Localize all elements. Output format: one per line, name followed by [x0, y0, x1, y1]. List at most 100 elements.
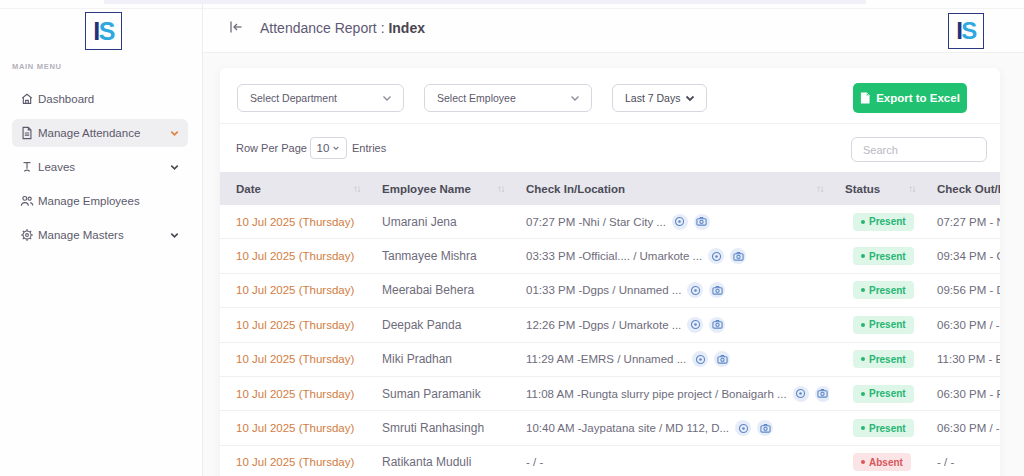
export-to-excel-button[interactable]: Export to Excel	[853, 83, 967, 113]
cell-check-in: 11:29 AM -EMRS / Unnamed ...	[510, 351, 829, 367]
camera-icon[interactable]	[709, 317, 725, 333]
cell-check-in: 01:33 PM -Dgps / Unnamed ...	[510, 282, 829, 298]
status-dot-icon	[861, 460, 865, 464]
sidebar-menu: Dashboard Manage Attendance Leaves Manage E…	[0, 85, 203, 255]
location-icon[interactable]	[708, 248, 724, 264]
status-dot-icon	[861, 426, 865, 430]
cell-status: Present	[829, 385, 921, 403]
sidebar-item-manage-employees[interactable]: Manage Employees	[12, 187, 188, 215]
status-badge: Absent	[853, 453, 911, 471]
table-row: 10 Jul 2025 (Thursday)Suman Paramanik11:…	[220, 377, 1000, 411]
camera-icon[interactable]	[730, 248, 746, 264]
page-title-current: Index	[388, 20, 425, 36]
table-row: 10 Jul 2025 (Thursday)Umarani Jena07:27 …	[220, 205, 1000, 239]
table-row: 10 Jul 2025 (Thursday)Smruti Ranhasingh1…	[220, 411, 1000, 445]
report-card: Select Department Select Employee Last 7…	[220, 68, 1000, 476]
camera-icon[interactable]	[714, 351, 730, 367]
cell-check-in: - / -	[510, 456, 829, 468]
sort-icon[interactable]: ↑↓	[353, 183, 360, 194]
column-header-status[interactable]: Status↑↓	[829, 183, 921, 195]
sidebar-item-manage-masters[interactable]: Manage Masters	[12, 221, 188, 249]
cell-date: 10 Jul 2025 (Thursday)	[220, 216, 366, 228]
cell-employee-name: Deepak Panda	[366, 318, 510, 332]
cell-date: 10 Jul 2025 (Thursday)	[220, 284, 366, 296]
status-dot-icon	[861, 392, 865, 396]
camera-icon[interactable]	[694, 214, 710, 230]
location-icon[interactable]	[687, 317, 703, 333]
chevron-down-icon	[332, 144, 340, 152]
gear-icon	[20, 228, 34, 242]
status-badge: Present	[853, 281, 914, 299]
column-header-check-in-location[interactable]: Check In/Location↑↓	[510, 183, 829, 195]
employee-select-value: Select Employee	[437, 92, 516, 104]
sidebar-collapse-icon[interactable]	[228, 19, 244, 39]
row-per-page-select[interactable]: 10	[310, 137, 347, 159]
location-icon[interactable]	[672, 214, 688, 230]
users-icon	[20, 194, 34, 208]
status-dot-icon	[861, 323, 865, 327]
chevron-down-icon	[169, 230, 180, 241]
top-accent-strip	[104, 0, 866, 4]
table-row: 10 Jul 2025 (Thursday)Deepak Panda12:26 …	[220, 308, 1000, 342]
date-range-select[interactable]: Last 7 Days	[612, 84, 707, 112]
cell-status: Present	[829, 316, 921, 334]
camera-icon[interactable]	[757, 420, 773, 436]
camera-icon[interactable]	[709, 282, 725, 298]
home-icon	[20, 92, 34, 106]
sidebar-item-label: Manage Masters	[38, 229, 124, 241]
search-input[interactable]	[851, 137, 987, 162]
cell-status: Present	[829, 350, 921, 368]
sidebar-item-label: Dashboard	[38, 93, 94, 105]
status-dot-icon	[861, 254, 865, 258]
sidebar-item-label: Manage Attendance	[38, 127, 140, 139]
sidebar-item-dashboard[interactable]: Dashboard	[12, 85, 188, 113]
employee-select[interactable]: Select Employee	[424, 84, 592, 112]
cell-status: Present	[829, 419, 921, 437]
location-icon[interactable]	[735, 420, 751, 436]
sidebar-logo[interactable]: IS	[85, 12, 122, 50]
cell-employee-name: Tanmayee Mishra	[366, 249, 510, 263]
sidebar-item-label: Leaves	[38, 161, 75, 173]
table-row: 10 Jul 2025 (Thursday)Miki Pradhan11:29 …	[220, 343, 1000, 377]
chevron-down-icon	[381, 92, 393, 104]
camera-icon[interactable]	[815, 386, 829, 402]
cell-employee-name: Smruti Ranhasingh	[366, 421, 510, 435]
logo-letter-s: S	[99, 17, 114, 46]
sort-icon[interactable]: ↑↓	[816, 183, 823, 194]
attendance-table: Date↑↓Employee Name↑↓Check In/Location↑↓…	[220, 172, 1000, 476]
file-icon	[20, 126, 34, 140]
location-icon[interactable]	[692, 351, 708, 367]
sort-icon[interactable]: ↑↓	[908, 183, 915, 194]
chevron-down-icon	[169, 128, 180, 139]
table-row: 10 Jul 2025 (Thursday)Ratikanta Muduli- …	[220, 446, 1000, 476]
column-header-check-out-l: Check Out/L	[921, 183, 1000, 195]
cell-check-out: - / -	[921, 456, 1000, 468]
cell-check-out: 09:34 PM - Official / Umarkote ...	[921, 250, 1000, 262]
department-select[interactable]: Select Department	[237, 84, 404, 112]
sidebar-section-label: MAIN MENU	[12, 62, 62, 71]
column-header-date[interactable]: Date↑↓	[220, 183, 366, 195]
location-icon[interactable]	[687, 282, 703, 298]
cell-date: 10 Jul 2025 (Thursday)	[220, 422, 366, 434]
row-per-page-label: Row Per Page	[236, 142, 307, 154]
status-dot-icon	[861, 220, 865, 224]
status-dot-icon	[861, 357, 865, 361]
cell-employee-name: Suman Paramanik	[366, 387, 510, 401]
status-badge: Present	[853, 385, 914, 403]
topbar-logo: IS	[948, 13, 984, 49]
status-dot-icon	[861, 288, 865, 292]
cell-status: Present	[829, 213, 921, 231]
cell-employee-name: Miki Pradhan	[366, 352, 510, 366]
location-icon[interactable]	[793, 386, 809, 402]
cell-check-in: 11:08 AM -Rungta slurry pipe project / B…	[510, 386, 829, 402]
file-icon	[860, 92, 870, 104]
cell-check-out: 06:30 PM - Rungta slurry ...	[921, 388, 1000, 400]
sidebar-item-manage-attendance[interactable]: Manage Attendance	[12, 119, 188, 147]
column-header-employee-name[interactable]: Employee Name↑↓	[366, 183, 510, 195]
row-per-page-value: 10	[317, 142, 330, 154]
cell-check-out: 07:27 PM - Nhi / Star City ...	[921, 216, 1000, 228]
department-select-value: Select Department	[250, 92, 337, 104]
sort-icon[interactable]: ↑↓	[497, 183, 504, 194]
cell-employee-name: Meerabai Behera	[366, 283, 510, 297]
sidebar-item-leaves[interactable]: Leaves	[12, 153, 188, 181]
